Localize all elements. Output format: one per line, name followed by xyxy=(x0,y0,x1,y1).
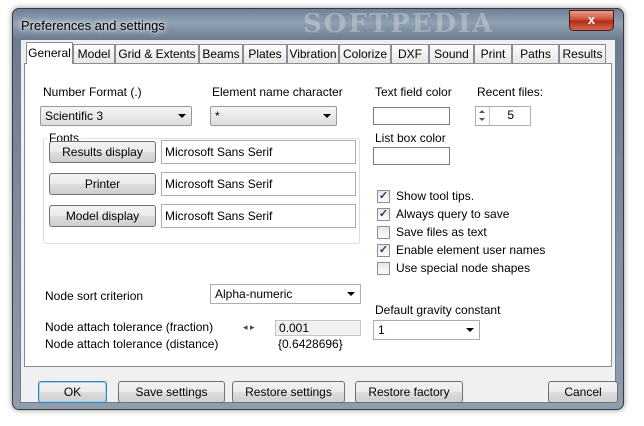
gravity-select[interactable]: 1 xyxy=(373,320,480,340)
tab-colorize[interactable]: Colorize xyxy=(339,44,391,63)
chevron-down-icon xyxy=(466,328,474,332)
font-printer-field[interactable]: Microsoft Sans Serif xyxy=(161,172,356,196)
close-button[interactable]: x xyxy=(569,10,614,31)
attach-fraction-field[interactable]: 0.001 xyxy=(275,320,361,336)
chevron-down-icon xyxy=(178,114,186,118)
tab-paths[interactable]: Paths xyxy=(512,44,559,63)
checkbox-show-tool-tips[interactable]: ✓ Show tool tips. xyxy=(377,189,577,205)
element-name-character-label: Element name character xyxy=(212,85,343,99)
gravity-value: 1 xyxy=(378,323,385,337)
element-name-character-select[interactable]: * xyxy=(210,106,337,126)
node-sort-select[interactable]: Alpha-numeric xyxy=(210,284,361,304)
tab-sound[interactable]: Sound xyxy=(429,44,474,63)
checkbox-box[interactable] xyxy=(377,262,390,275)
node-sort-label: Node sort criterion xyxy=(45,289,144,303)
checkbox-label: Show tool tips. xyxy=(396,189,475,203)
left-right-arrows-icon[interactable]: ◂ ▸ xyxy=(243,322,255,333)
attach-distance-value: {0.6428696} xyxy=(278,337,343,351)
list-box-color-label: List box color xyxy=(375,131,446,145)
tab-general[interactable]: General xyxy=(26,42,73,64)
attach-distance-label: Node attach tolerance (distance) xyxy=(45,337,219,351)
gravity-label: Default gravity constant xyxy=(375,303,501,317)
font-results-display-field[interactable]: Microsoft Sans Serif xyxy=(161,140,356,164)
checkbox-label: Enable element user names xyxy=(396,243,546,257)
recent-files-label: Recent files: xyxy=(477,85,544,99)
list-box-color-swatch[interactable] xyxy=(373,147,450,165)
checkbox-box[interactable]: ✓ xyxy=(377,244,390,257)
font-printer-button[interactable]: Printer xyxy=(49,173,156,195)
preferences-window: Preferences and settings SOFTPEDIA x Gen… xyxy=(12,8,624,410)
text-field-color-swatch[interactable] xyxy=(373,107,450,125)
checkbox-save-files-as-text[interactable]: Save files as text xyxy=(377,225,577,241)
tab-vibration[interactable]: Vibration xyxy=(287,44,339,63)
softpedia-watermark: SOFTPEDIA xyxy=(303,9,495,39)
attach-fraction-value: 0.001 xyxy=(279,321,310,335)
font-model-display-field[interactable]: Microsoft Sans Serif xyxy=(161,204,356,228)
ok-button[interactable]: OK xyxy=(38,381,107,403)
font-results-display-button[interactable]: Results display xyxy=(49,141,156,163)
font-model-display-button[interactable]: Model display xyxy=(49,205,156,227)
tab-grid-extents[interactable]: Grid & Extents xyxy=(115,44,199,63)
close-icon: x xyxy=(587,12,596,27)
recent-files-spinner[interactable]: 5 xyxy=(475,106,531,126)
chevron-down-icon xyxy=(323,114,331,118)
save-settings-button[interactable]: Save settings xyxy=(118,381,225,403)
checkbox-always-query-to-save[interactable]: ✓ Always query to save xyxy=(377,207,577,223)
checkbox-use-special-node-shapes[interactable]: Use special node shapes xyxy=(377,261,577,277)
number-format-select[interactable]: Scientific 3 xyxy=(40,106,192,126)
restore-settings-button[interactable]: Restore settings xyxy=(232,381,345,403)
restore-factory-button[interactable]: Restore factory xyxy=(355,381,463,403)
tab-plates[interactable]: Plates xyxy=(243,44,287,63)
tab-dxf[interactable]: DXF xyxy=(391,44,429,63)
recent-files-value: 5 xyxy=(507,108,514,122)
tab-panel-general: Number Format (.) Scientific 3 Element n… xyxy=(24,63,612,367)
checkbox-enable-element-user-names[interactable]: ✓ Enable element user names xyxy=(377,243,577,259)
checkbox-box[interactable] xyxy=(377,226,390,239)
checkbox-label: Always query to save xyxy=(396,207,510,221)
title-bar[interactable]: Preferences and settings SOFTPEDIA x xyxy=(13,9,623,39)
attach-fraction-label: Node attach tolerance (fraction) xyxy=(45,320,214,334)
checkbox-box[interactable]: ✓ xyxy=(377,190,390,203)
spin-up-icon[interactable] xyxy=(479,110,485,113)
text-field-color-label: Text field color xyxy=(375,85,452,99)
tab-print[interactable]: Print xyxy=(474,44,512,63)
checkbox-box[interactable]: ✓ xyxy=(377,208,390,221)
node-sort-value: Alpha-numeric xyxy=(215,287,293,301)
checkbox-label: Use special node shapes xyxy=(396,261,531,275)
cancel-button[interactable]: Cancel xyxy=(548,381,618,403)
checkbox-label: Save files as text xyxy=(396,225,487,239)
number-format-value: Scientific 3 xyxy=(45,109,104,123)
spin-down-icon[interactable] xyxy=(479,118,485,121)
tab-beams[interactable]: Beams xyxy=(199,44,243,63)
dialog-client: General Model Grid & Extents Beams Plates Vib… xyxy=(20,39,618,403)
tab-results[interactable]: Results xyxy=(559,44,606,63)
tab-model[interactable]: Model xyxy=(73,44,115,63)
number-format-label: Number Format (.) xyxy=(43,85,142,99)
element-name-character-value: * xyxy=(215,109,220,123)
spin-buttons[interactable] xyxy=(476,107,490,125)
window-title: Preferences and settings xyxy=(21,18,165,33)
chevron-down-icon xyxy=(347,292,355,296)
